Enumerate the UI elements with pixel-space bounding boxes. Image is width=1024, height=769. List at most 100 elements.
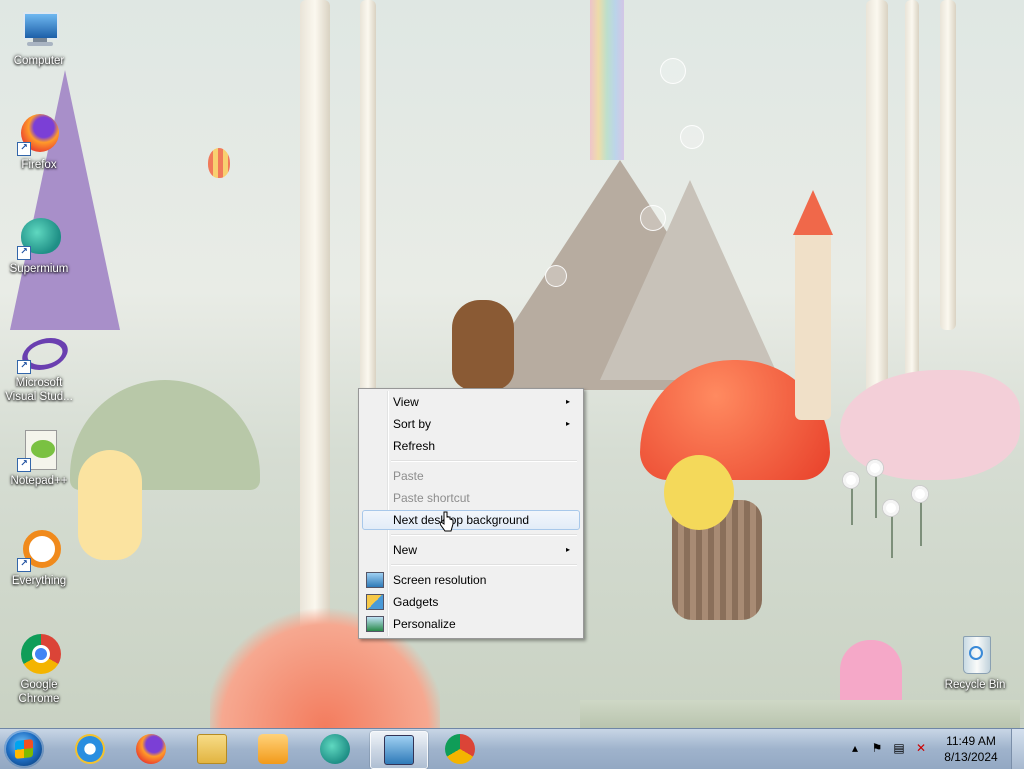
menu-separator <box>391 534 577 536</box>
wallpaper-bubble <box>640 205 666 231</box>
wallpaper-mountain-right <box>600 180 780 380</box>
menu-item-new[interactable]: New ▸ <box>362 540 578 560</box>
wallpaper-flower <box>883 500 899 516</box>
personalize-icon <box>366 616 384 632</box>
shortcut-arrow-icon: ↗ <box>17 142 31 156</box>
desktop-icon-google-chrome[interactable]: Google Chrome <box>1 632 77 706</box>
wallpaper-mountain-left <box>10 70 120 330</box>
taskbar-firefox[interactable] <box>123 731 179 767</box>
wallpaper-rabbit-head <box>664 455 734 530</box>
show-hidden-icons-icon[interactable]: ▴ <box>848 741 862 755</box>
wallpaper-bubble <box>660 58 686 84</box>
clock-date: 8/13/2024 <box>944 750 998 764</box>
taskbar-control-panel[interactable] <box>370 731 428 769</box>
desktop-icon-visual-studio[interactable]: ↗ Microsoft Visual Stud... <box>1 330 77 404</box>
shortcut-arrow-icon: ↗ <box>17 558 31 572</box>
control-panel-icon <box>384 735 414 765</box>
wallpaper-flower <box>912 486 928 502</box>
wallpaper-balloon <box>208 148 230 178</box>
firefox-icon: ↗ <box>17 112 61 156</box>
menu-item-view[interactable]: View ▸ <box>362 392 578 412</box>
desktop-context-menu: View ▸ Sort by ▸ Refresh Paste Paste sho… <box>358 388 584 639</box>
supermium-icon: ↗ <box>17 216 61 260</box>
wallpaper-bubble <box>545 265 567 287</box>
network-icon[interactable]: ▤ <box>892 741 906 755</box>
windows-start-icon <box>15 739 33 759</box>
chrome-icon <box>445 734 475 764</box>
gadgets-icon <box>366 594 384 610</box>
desktop-icon-label: Microsoft Visual Stud... <box>5 377 73 403</box>
shortcut-arrow-icon: ↗ <box>17 458 31 472</box>
menu-item-refresh[interactable]: Refresh <box>362 436 578 456</box>
volume-muted-icon[interactable]: ✕ <box>914 741 928 755</box>
menu-separator <box>391 564 577 566</box>
menu-item-label: Gadgets <box>393 595 439 609</box>
desktop-icon-computer[interactable]: Computer <box>1 8 77 68</box>
supermium-icon <box>320 734 350 764</box>
screen-resolution-icon <box>366 572 384 588</box>
wallpaper-tower-roof <box>793 190 833 235</box>
menu-item-gadgets[interactable]: Gadgets <box>362 592 578 612</box>
computer-icon <box>17 8 61 52</box>
chrome-icon <box>17 632 61 676</box>
menu-item-label: Paste <box>393 469 424 483</box>
menu-item-label: Refresh <box>393 439 436 453</box>
desktop-icon-firefox[interactable]: ↗ Firefox <box>1 112 77 172</box>
wallpaper-flower <box>843 472 859 488</box>
desktop-icon-supermium[interactable]: ↗ Supermium <box>1 216 77 276</box>
mouse-cursor-icon <box>440 511 454 532</box>
desktop-icon-recycle-bin[interactable]: Recycle Bin <box>937 632 1013 692</box>
taskbar-internet-explorer[interactable] <box>62 731 118 767</box>
taskbar-chrome[interactable] <box>432 731 488 767</box>
desktop-icon-notepad-plus-plus[interactable]: ↗ Notepad++ <box>1 428 77 488</box>
menu-item-screen-resolution[interactable]: Screen resolution <box>362 570 578 590</box>
media-player-icon <box>258 734 288 764</box>
menu-item-label: Next desktop background <box>393 513 530 527</box>
internet-explorer-icon <box>75 734 105 764</box>
desktop-icon-label: Everything <box>11 575 67 587</box>
clock-time: 11:49 AM <box>946 734 996 748</box>
wallpaper-leaves <box>580 700 1020 728</box>
wallpaper-rainbow-beam <box>590 0 624 160</box>
menu-item-label: Paste shortcut <box>393 491 470 505</box>
desktop-icon-label: Recycle Bin <box>944 679 1006 691</box>
menu-item-paste-shortcut: Paste shortcut <box>362 488 578 508</box>
taskbar-media-player[interactable] <box>245 731 301 767</box>
desktop-icon-label: Computer <box>13 55 65 67</box>
windows-start-button[interactable] <box>4 730 44 768</box>
shortcut-arrow-icon: ↗ <box>17 360 31 374</box>
menu-item-label: Personalize <box>393 617 456 631</box>
desktop-icon-label: Google Chrome <box>18 679 60 705</box>
menu-item-next-desktop-background[interactable]: Next desktop background <box>362 510 580 530</box>
recycle-bin-icon <box>953 632 997 676</box>
wallpaper-flower <box>867 460 883 476</box>
firefox-icon <box>136 734 166 764</box>
desktop-icon-everything[interactable]: ↗ Everything <box>1 528 77 588</box>
show-desktop-button[interactable] <box>1011 729 1024 769</box>
menu-item-label: Sort by <box>393 417 432 431</box>
menu-separator <box>391 460 577 462</box>
menu-item-sort-by[interactable]: Sort by ▸ <box>362 414 578 434</box>
shortcut-arrow-icon: ↗ <box>17 246 31 260</box>
taskbar-file-explorer[interactable] <box>184 731 240 767</box>
menu-item-label: Screen resolution <box>393 573 487 587</box>
action-center-flag-icon[interactable]: ⚑ <box>870 741 884 755</box>
taskbar: ▴ ⚑ ▤ ✕ 11:49 AM 8/13/2024 <box>0 728 1024 769</box>
submenu-arrow-icon: ▸ <box>565 545 570 554</box>
menu-item-personalize[interactable]: Personalize <box>362 614 578 634</box>
system-tray: ▴ ⚑ ▤ ✕ 11:49 AM 8/13/2024 <box>834 729 1024 769</box>
wallpaper-tree-trunk <box>866 0 888 420</box>
menu-item-paste: Paste <box>362 466 578 486</box>
desktop-icon-label: Notepad++ <box>10 475 68 487</box>
menu-item-label: View <box>393 395 419 409</box>
visual-studio-icon: ↗ <box>17 330 73 374</box>
taskbar-supermium[interactable] <box>307 731 363 767</box>
everything-search-icon: ↗ <box>17 528 61 572</box>
wallpaper-tree-trunk <box>905 0 919 380</box>
menu-item-label: New <box>393 543 418 557</box>
taskbar-clock[interactable]: 11:49 AM 8/13/2024 <box>936 733 1006 765</box>
wallpaper-bubble <box>680 125 704 149</box>
wallpaper-tree-trunk <box>940 0 956 330</box>
submenu-arrow-icon: ▸ <box>565 397 570 406</box>
desktop[interactable]: Computer ↗ Firefox ↗ Supermium ↗ Microso… <box>0 0 1024 728</box>
